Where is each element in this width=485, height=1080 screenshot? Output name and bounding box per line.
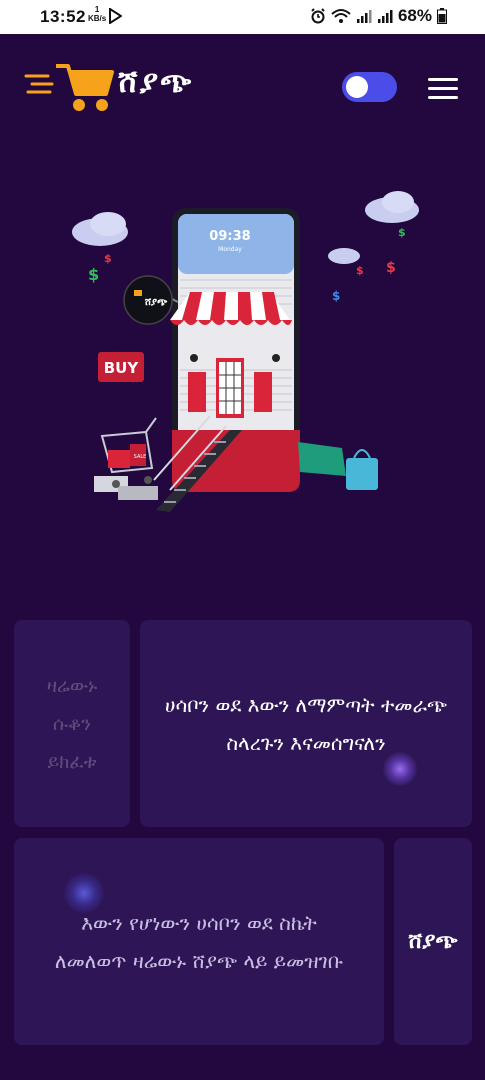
card-text: እውን የሆነውን ሀሳቦን ወደ ስኬት ለመለወጥ ዛሬውኑ ሸያጭ ላይ … xyxy=(54,910,344,973)
wifi-icon xyxy=(331,9,351,23)
phone-clock: 09:38 xyxy=(209,229,250,244)
shopping-bags-illustration xyxy=(298,442,378,490)
network-speed-unit: KB/s xyxy=(88,14,107,23)
phone-illustration: 09:38 Monday xyxy=(170,208,300,492)
shop-sign-text: ሸያጭ xyxy=(144,297,168,308)
card-text: ዛሬውኑ ሱቆን ይክፈቱ xyxy=(46,674,98,773)
cart-sale-tag: SALE xyxy=(134,454,147,460)
shopping-cart-logo-icon[interactable] xyxy=(24,58,118,118)
status-time: 13:52 xyxy=(40,7,86,26)
status-bar: 13:52 1 KB/s 68% xyxy=(0,0,485,34)
cart-illustration: SALE xyxy=(94,417,158,500)
svg-text:$: $ xyxy=(88,265,99,284)
svg-text:$: $ xyxy=(332,289,340,303)
svg-text:$: $ xyxy=(104,252,112,265)
network-speed: 1 KB/s xyxy=(88,5,106,23)
network-speed-value: 1 xyxy=(94,5,100,14)
svg-text:$: $ xyxy=(398,226,406,239)
buy-label: BUY xyxy=(104,359,140,377)
shop-sign-badge: ሸያጭ xyxy=(123,275,179,325)
cloud-icon xyxy=(72,212,128,246)
battery-percent: 68% xyxy=(397,6,432,25)
svg-text:$: $ xyxy=(356,264,364,277)
play-store-icon xyxy=(109,8,122,24)
brand-name[interactable]: ሸያጭ xyxy=(118,64,193,101)
battery-icon xyxy=(437,8,447,24)
card-text: ሸያጭ xyxy=(408,929,458,954)
phone-day: Monday xyxy=(218,246,242,253)
hamburger-menu-button[interactable] xyxy=(428,74,458,100)
menu-line xyxy=(428,78,458,81)
signal-1-icon xyxy=(356,10,372,23)
theme-toggle[interactable] xyxy=(342,72,397,102)
buy-sign: BUY xyxy=(98,352,144,382)
cloud-icon xyxy=(365,191,419,223)
info-card-open-shop: ዛሬውኑ ሱቆን ይክፈቱ xyxy=(14,620,130,827)
menu-line xyxy=(428,87,458,90)
alarm-icon xyxy=(311,8,325,24)
info-card-brand: ሸያጭ xyxy=(394,838,472,1045)
card-text: ሀሳቦን ወደ እውን ለማምጣት ተመራጭ ስላረጉን እናመሰግናለን xyxy=(164,692,448,755)
toggle-knob xyxy=(346,76,368,98)
svg-text:$: $ xyxy=(386,260,396,276)
cloud-icon xyxy=(328,248,360,264)
menu-line xyxy=(428,96,458,99)
info-card-register: እውን የሆነውን ሀሳቦን ወደ ስኬት ለመለወጥ ዛሬውኑ ሸያጭ ላይ … xyxy=(14,838,384,1045)
signal-2-icon xyxy=(377,10,393,23)
info-card-thanks: ሀሳቦን ወደ እውን ለማምጣት ተመራጭ ስላረጉን እናመሰግናለን xyxy=(140,620,472,827)
storefront-phone-illustration: $ $ $ $ $ $ 09:38 Monday ሸያጭ BUY SALE xyxy=(72,191,419,512)
status-icons: 68% xyxy=(310,6,447,26)
